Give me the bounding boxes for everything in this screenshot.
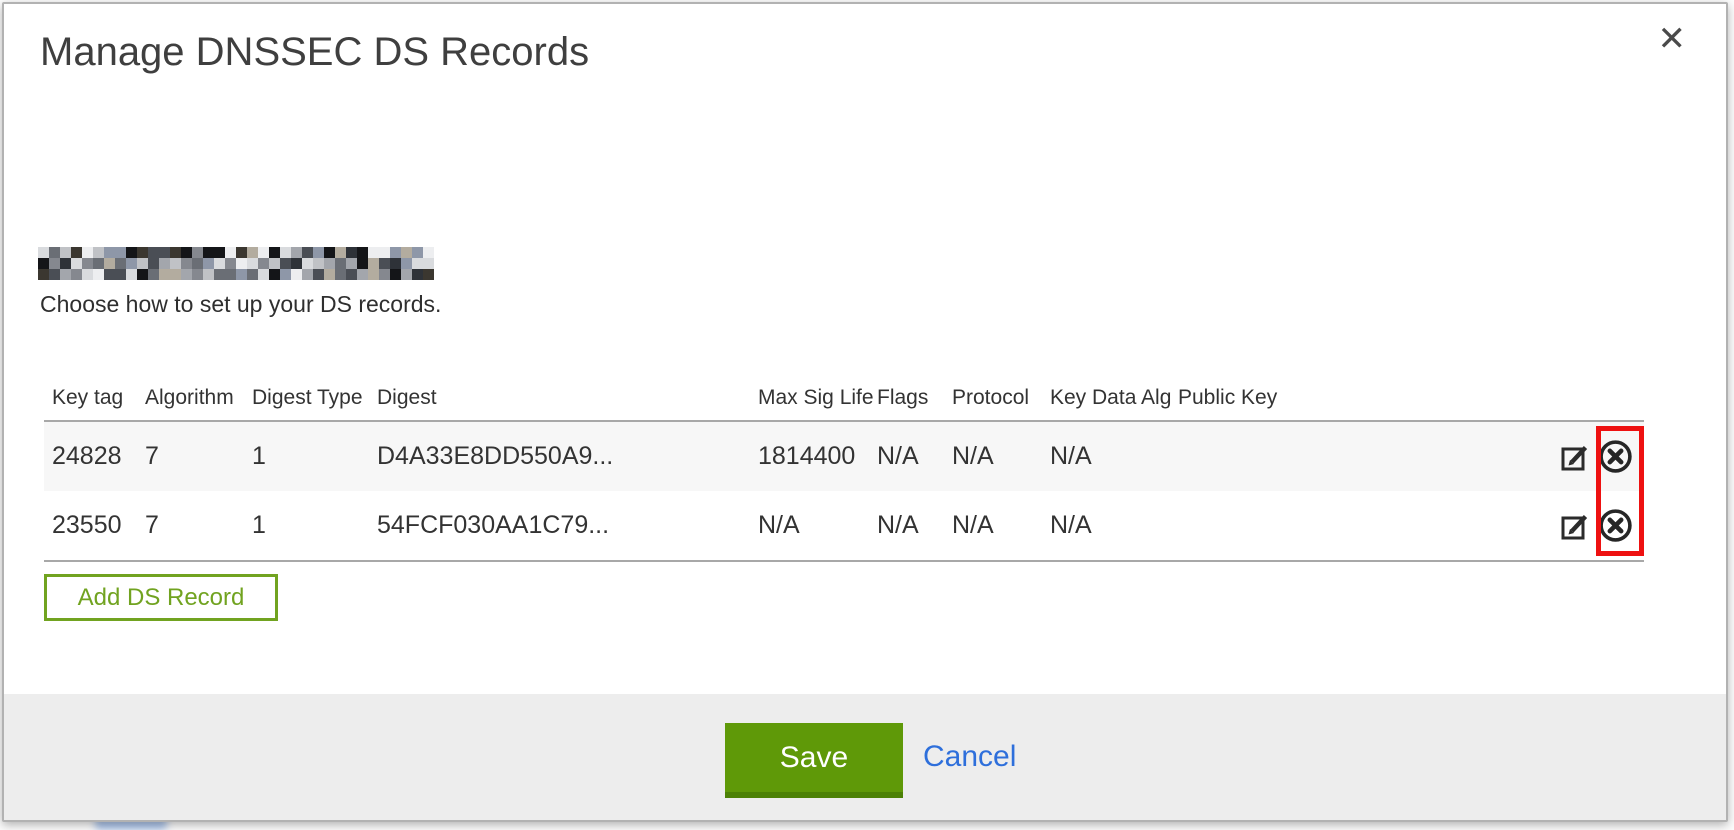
col-header-public-key: Public Key [1170,375,1547,421]
col-header-actions [1547,375,1644,421]
col-header-key-tag: Key tag [44,375,137,421]
cell-flags: N/A [869,421,944,491]
cell-digest: 54FCF030AA1C79... [369,491,750,561]
cell-max-sig-life: N/A [750,491,869,561]
cancel-link[interactable]: Cancel [923,740,1016,774]
cell-actions [1547,421,1644,491]
cell-public-key [1170,421,1547,491]
cell-digest-type: 1 [244,421,369,491]
modal-footer: Save Cancel [4,694,1726,820]
pencil-square-icon [1559,510,1591,542]
table-row: 23550 7 1 54FCF030AA1C79... N/A N/A N/A … [44,491,1644,561]
add-ds-record-button[interactable]: Add DS Record [44,574,278,621]
cell-protocol: N/A [944,491,1042,561]
ds-records-table: Key tag Algorithm Digest Type Digest Max… [44,375,1644,562]
cell-key-data-alg: N/A [1042,421,1170,491]
cell-public-key [1170,491,1547,561]
delete-record-button[interactable] [1597,438,1634,475]
col-header-digest-type: Digest Type [244,375,369,421]
cell-algorithm: 7 [137,421,244,491]
col-header-max-sig-life: Max Sig Life [750,375,869,421]
cell-algorithm: 7 [137,491,244,561]
col-header-protocol: Protocol [944,375,1042,421]
cell-digest-type: 1 [244,491,369,561]
pencil-square-icon [1559,441,1591,473]
cell-actions [1547,491,1644,561]
close-button[interactable]: ✕ [1658,22,1687,56]
table-row: 24828 7 1 D4A33E8DD550A9... 1814400 N/A … [44,421,1644,491]
edit-record-button[interactable] [1559,441,1591,473]
circle-x-icon [1597,438,1634,475]
cell-digest: D4A33E8DD550A9... [369,421,750,491]
cell-key-tag: 23550 [44,491,137,561]
col-header-key-data-alg: Key Data Alg [1042,375,1170,421]
delete-record-button[interactable] [1597,507,1634,544]
row-action-icons [1555,438,1634,475]
cell-key-tag: 24828 [44,421,137,491]
table-header-row: Key tag Algorithm Digest Type Digest Max… [44,375,1644,421]
col-header-algorithm: Algorithm [137,375,244,421]
x-icon: ✕ [1658,20,1687,58]
redacted-domain-name [38,247,434,280]
cell-protocol: N/A [944,421,1042,491]
page-background: Manage DNSSEC DS Records ✕ Choose how to… [0,0,1734,830]
circle-x-icon [1597,507,1634,544]
edit-record-button[interactable] [1559,510,1591,542]
cell-max-sig-life: 1814400 [750,421,869,491]
modal-title: Manage DNSSEC DS Records [40,30,589,75]
dnssec-modal: Manage DNSSEC DS Records ✕ Choose how to… [2,2,1728,822]
cell-flags: N/A [869,491,944,561]
col-header-flags: Flags [869,375,944,421]
row-action-icons [1555,507,1634,544]
cell-key-data-alg: N/A [1042,491,1170,561]
instruction-text: Choose how to set up your DS records. [40,291,441,318]
save-button[interactable]: Save [725,723,903,798]
col-header-digest: Digest [369,375,750,421]
